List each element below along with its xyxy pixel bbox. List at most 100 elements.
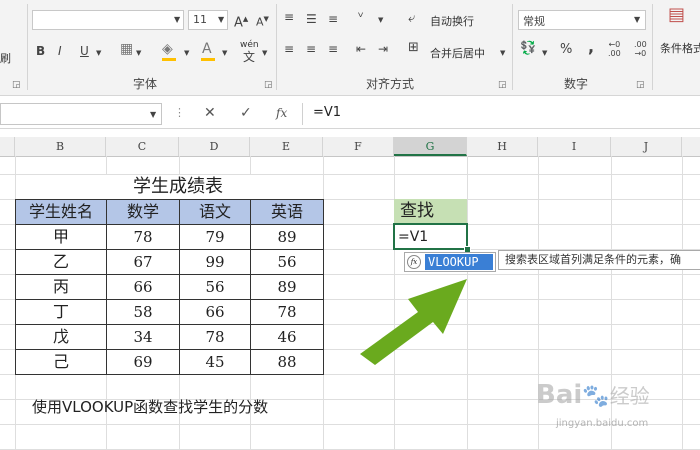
column-header-f[interactable]: F bbox=[323, 137, 394, 156]
table-cell-chinese[interactable]: 78 bbox=[179, 324, 251, 350]
column-header-g[interactable]: G bbox=[394, 137, 467, 156]
chevron-down-icon: ▼ bbox=[218, 15, 225, 24]
table-cell-math[interactable]: 58 bbox=[106, 299, 180, 325]
conditional-format-icon[interactable]: ▤ bbox=[668, 6, 685, 24]
watermark-url: jingyan.baidu.com bbox=[556, 418, 649, 429]
column-header-h[interactable]: H bbox=[467, 137, 538, 156]
table-cell-math[interactable]: 69 bbox=[106, 349, 180, 375]
table-cell-name[interactable]: 丁 bbox=[15, 299, 107, 325]
column-header-c[interactable]: C bbox=[106, 137, 179, 156]
table-cell-name[interactable]: 丙 bbox=[15, 274, 107, 300]
green-arrow-annotation bbox=[360, 279, 467, 365]
table-cell-chinese[interactable]: 56 bbox=[179, 274, 251, 300]
merge-center-button[interactable]: 合并后居中 bbox=[430, 45, 485, 61]
align-left-icon[interactable]: ≡ bbox=[284, 42, 294, 56]
chevron-down-icon: ▼ bbox=[184, 49, 190, 57]
column-header-b[interactable]: B bbox=[15, 137, 106, 156]
accounting-format-icon[interactable]: 💱 bbox=[520, 42, 536, 56]
fill-color-swatch bbox=[162, 58, 176, 61]
conditional-format-button[interactable]: 条件格式 bbox=[660, 40, 700, 56]
comma-style-button[interactable]: , bbox=[588, 39, 594, 55]
font-group-label: 字体 bbox=[132, 77, 157, 91]
column-header-j[interactable]: J bbox=[611, 137, 682, 156]
table-cell-english[interactable]: 46 bbox=[250, 324, 324, 350]
table-cell-name[interactable]: 己 bbox=[15, 349, 107, 375]
percent-button[interactable]: % bbox=[560, 43, 572, 57]
insert-function-button[interactable]: fx bbox=[276, 106, 287, 120]
table-cell-name[interactable]: 乙 bbox=[15, 249, 107, 275]
font-size-value: 11 bbox=[193, 13, 207, 26]
orientation-icon[interactable]: ⱽ bbox=[358, 10, 363, 24]
fill-color-icon[interactable]: ◈ bbox=[162, 42, 173, 56]
font-launcher-icon[interactable]: ◲ bbox=[264, 80, 273, 90]
table-cell-name[interactable]: 甲 bbox=[15, 224, 107, 250]
number-format-value: 常规 bbox=[523, 15, 545, 28]
active-cell[interactable]: =V1 bbox=[393, 223, 468, 250]
underline-button[interactable]: U bbox=[80, 44, 89, 58]
format-painter-label[interactable]: 刷 bbox=[0, 50, 11, 66]
column-header-stub[interactable] bbox=[0, 137, 15, 156]
table-header-math[interactable]: 数学 bbox=[106, 199, 180, 225]
number-launcher-icon[interactable]: ◲ bbox=[636, 80, 645, 90]
table-header-name[interactable]: 学生姓名 bbox=[15, 199, 107, 225]
table-cell-english[interactable]: 89 bbox=[250, 224, 324, 250]
decrease-decimal-icon[interactable]: .00 →0 bbox=[634, 40, 647, 58]
phonetic-guide-button[interactable]: wén bbox=[240, 40, 259, 50]
table-cell-name[interactable]: 戊 bbox=[15, 324, 107, 350]
table-header-english[interactable]: 英语 bbox=[250, 199, 324, 225]
table-cell-english[interactable]: 56 bbox=[250, 249, 324, 275]
more-options-icon: ⋮ bbox=[174, 106, 185, 119]
table-cell-english[interactable]: 78 bbox=[250, 299, 324, 325]
increase-indent-icon[interactable]: ⇥ bbox=[378, 42, 388, 56]
font-name-dropdown[interactable] bbox=[32, 10, 184, 30]
table-cell-chinese[interactable]: 79 bbox=[179, 224, 251, 250]
chevron-down-icon: ▼ bbox=[634, 15, 641, 24]
name-box[interactable] bbox=[0, 103, 162, 125]
bold-button[interactable]: B bbox=[36, 44, 45, 58]
wrap-text-icon[interactable]: ⤶ bbox=[408, 12, 415, 26]
column-header-i[interactable]: I bbox=[538, 137, 611, 156]
table-cell-english[interactable]: 89 bbox=[250, 274, 324, 300]
formula-input[interactable]: =V1 bbox=[302, 103, 700, 125]
table-cell-english[interactable]: 88 bbox=[250, 349, 324, 375]
caption-text: 使用VLOOKUP函数查找学生的分数 bbox=[32, 398, 269, 416]
column-header-d[interactable]: D bbox=[179, 137, 250, 156]
shrink-font-icon[interactable]: A▼ bbox=[256, 12, 269, 30]
chevron-down-icon: ▼ bbox=[262, 49, 268, 57]
table-cell-math[interactable]: 78 bbox=[106, 224, 180, 250]
chevron-down-icon[interactable]: ▼ bbox=[150, 108, 156, 122]
wrap-text-button[interactable]: 自动换行 bbox=[430, 13, 474, 29]
align-middle-icon[interactable]: ☰ bbox=[306, 12, 317, 26]
table-cell-math[interactable]: 66 bbox=[106, 274, 180, 300]
table-title: 学生成绩表 bbox=[133, 176, 223, 197]
increase-decimal-icon[interactable]: ←0.00 bbox=[608, 40, 621, 58]
grow-font-icon[interactable]: A▲ bbox=[234, 12, 248, 30]
border-icon[interactable]: ▦ bbox=[120, 42, 133, 56]
table-cell-math[interactable]: 67 bbox=[106, 249, 180, 275]
font-color-icon[interactable]: A bbox=[202, 42, 212, 56]
table-header-chinese[interactable]: 语文 bbox=[179, 199, 251, 225]
align-right-icon[interactable]: ≡ bbox=[328, 42, 338, 56]
enter-icon[interactable]: ✓ bbox=[240, 106, 252, 120]
table-cell-chinese[interactable]: 99 bbox=[179, 249, 251, 275]
align-center-icon[interactable]: ≡ bbox=[306, 42, 316, 56]
italic-button[interactable]: I bbox=[58, 44, 62, 58]
chevron-down-icon: ▼ bbox=[378, 16, 384, 24]
clipboard-launcher-icon[interactable]: ◲ bbox=[12, 80, 21, 90]
column-header-bar: B C D E F G H I J bbox=[0, 137, 700, 157]
table-cell-math[interactable]: 34 bbox=[106, 324, 180, 350]
font-color-swatch bbox=[201, 58, 215, 61]
cancel-icon[interactable]: ✕ bbox=[204, 106, 216, 120]
alignment-launcher-icon[interactable]: ◲ bbox=[498, 80, 507, 90]
merge-center-icon[interactable]: ⊞ bbox=[408, 41, 419, 55]
lookup-header-cell[interactable]: 查找 bbox=[394, 199, 467, 224]
number-format-dropdown[interactable]: 常规 bbox=[518, 10, 646, 30]
align-bottom-icon[interactable]: ≡ bbox=[328, 12, 338, 26]
table-cell-chinese[interactable]: 45 bbox=[179, 349, 251, 375]
table-cell-chinese[interactable]: 66 bbox=[179, 299, 251, 325]
chevron-down-icon: ▼ bbox=[96, 49, 102, 57]
align-top-icon[interactable]: ≡ bbox=[284, 10, 294, 24]
column-header-e[interactable]: E bbox=[250, 137, 323, 156]
decrease-indent-icon[interactable]: ⇤ bbox=[356, 42, 366, 56]
group-divider bbox=[27, 4, 28, 90]
